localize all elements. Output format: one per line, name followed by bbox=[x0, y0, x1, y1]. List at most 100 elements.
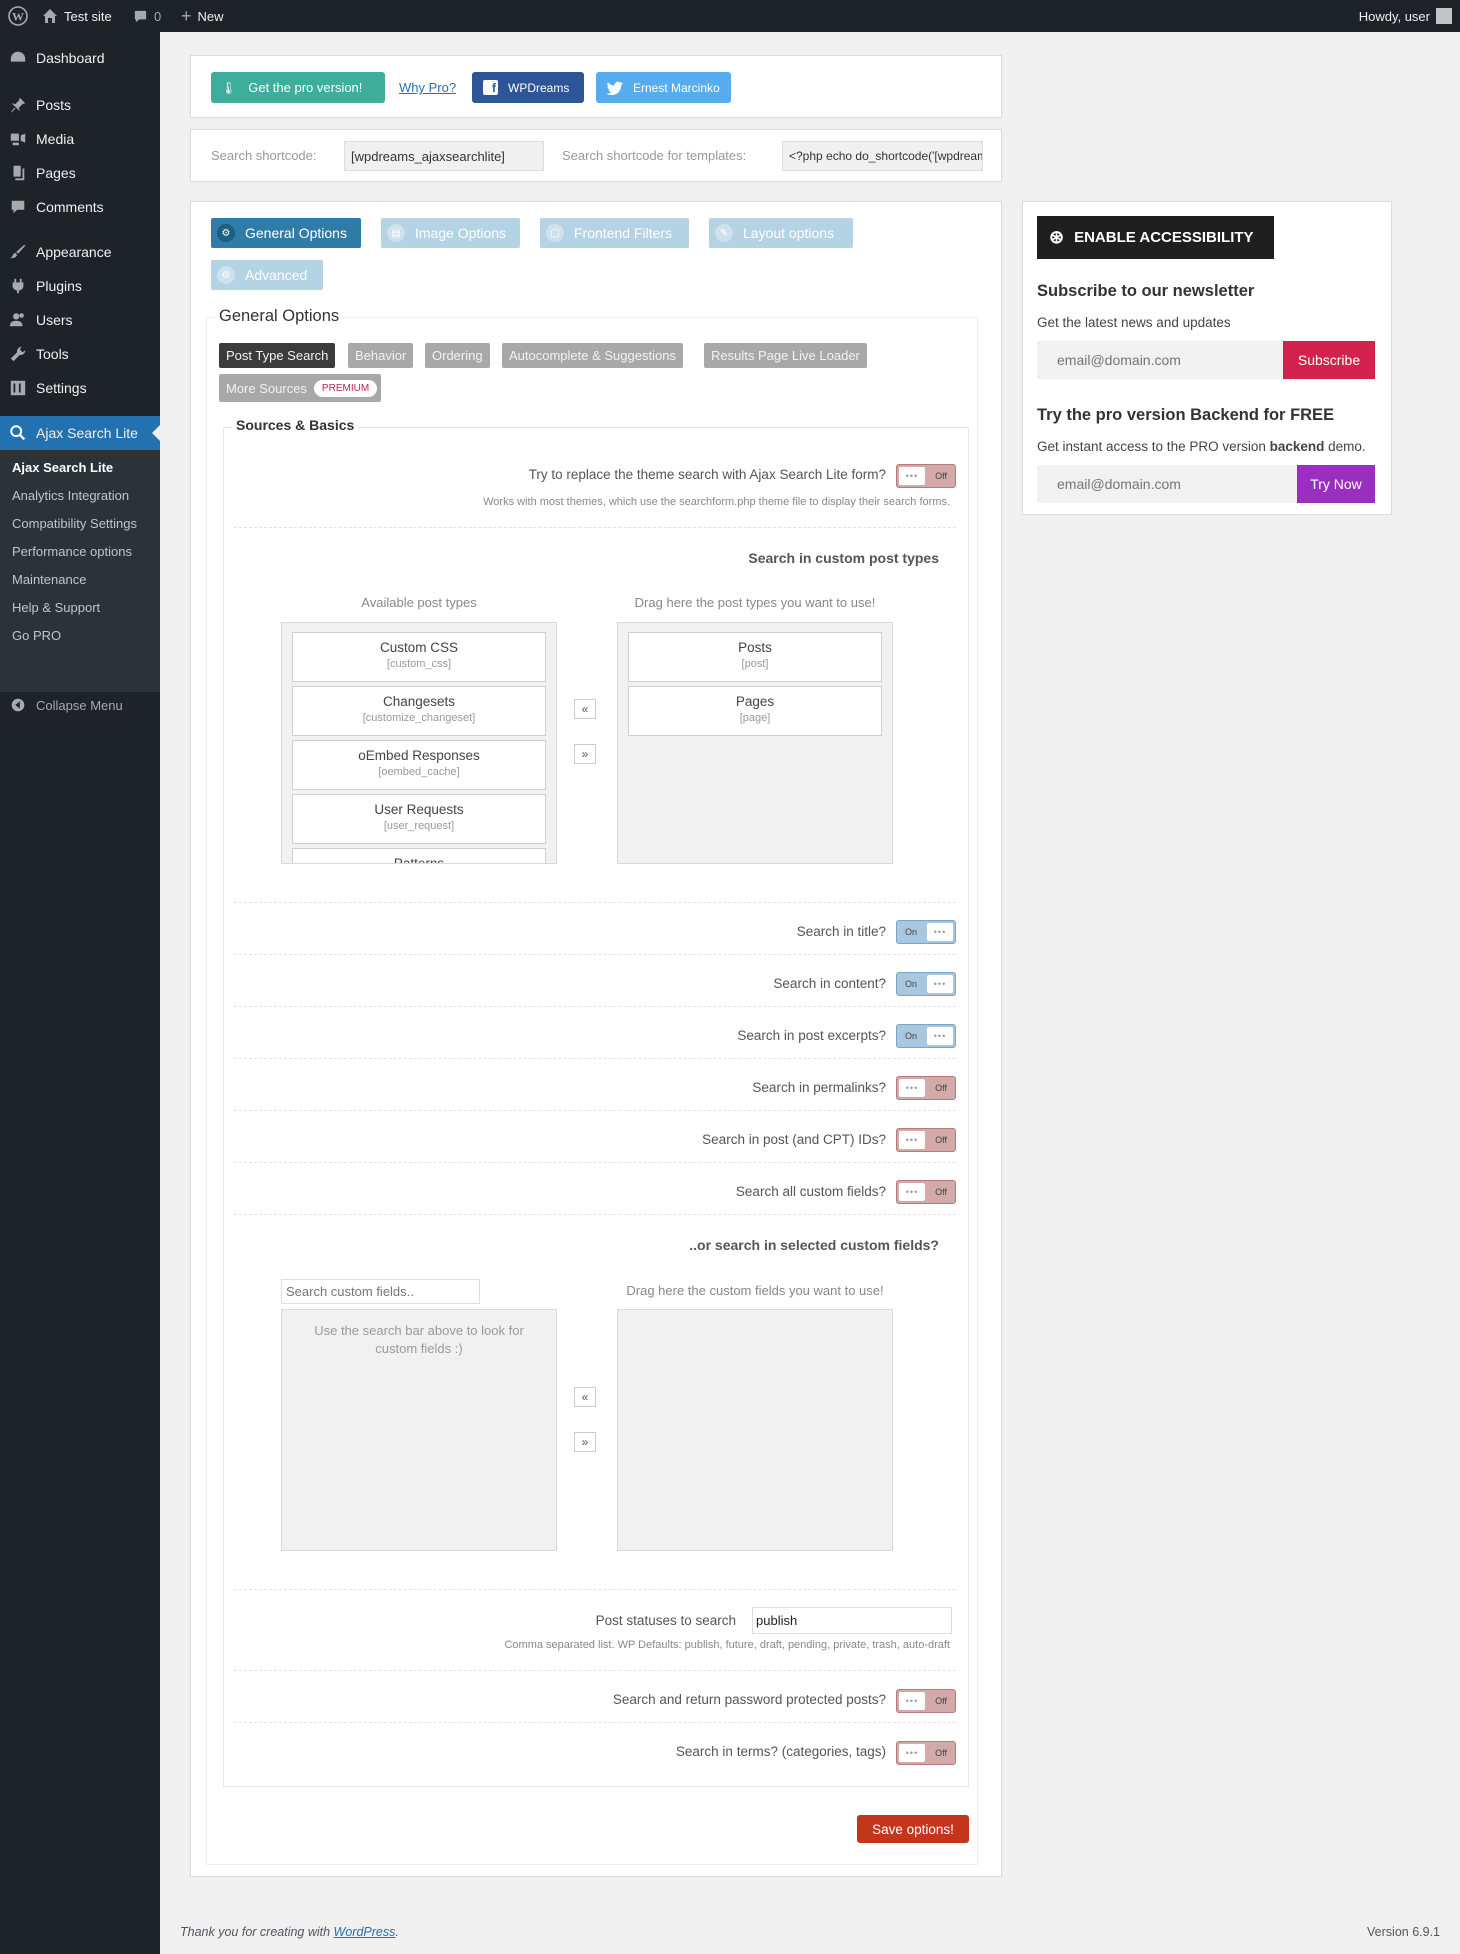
move-left-arrow-icon[interactable]: « bbox=[574, 1387, 596, 1407]
submenu-item-analytics[interactable]: Analytics Integration bbox=[12, 488, 129, 503]
submenu-item-compatibility[interactable]: Compatibility Settings bbox=[12, 516, 137, 531]
search-icon bbox=[0, 424, 36, 442]
search-permalinks-toggle[interactable]: ••• Off bbox=[896, 1076, 956, 1100]
submenu-item-go-pro[interactable]: Go PRO bbox=[12, 628, 61, 643]
list-item[interactable]: Pages [page] bbox=[628, 686, 882, 736]
tab-advanced[interactable]: ⚙ Advanced bbox=[211, 260, 323, 290]
sidebar-item-dashboard[interactable]: Dashboard bbox=[0, 41, 160, 75]
selected-post-types-list[interactable]: Posts [post] Pages [page] bbox=[617, 622, 893, 864]
available-post-types-list[interactable]: Custom CSS [custom_css] Changesets [custom… bbox=[281, 622, 557, 864]
shortcode-panel: Search shortcode: [wpdreams_ajaxsearchli… bbox=[190, 129, 1002, 182]
search-permalinks-label: Search in permalinks? bbox=[752, 1080, 886, 1095]
sidebar-item-media[interactable]: Media bbox=[0, 122, 160, 156]
tab-frontend-filters[interactable]: ▢ Frontend Filters bbox=[540, 218, 689, 248]
submenu-item-maintenance[interactable]: Maintenance bbox=[12, 572, 86, 587]
search-terms-toggle[interactable]: ••• Off bbox=[896, 1741, 956, 1765]
footer-thanks: Thank you for creating with WordPress. bbox=[180, 1925, 399, 1939]
pro-email-input[interactable] bbox=[1037, 465, 1297, 503]
divider bbox=[234, 1214, 956, 1215]
twitter-button[interactable]: Ernest Marcinko bbox=[596, 72, 731, 103]
search-ids-toggle[interactable]: ••• Off bbox=[896, 1128, 956, 1152]
sidebar-item-plugins[interactable]: Plugins bbox=[0, 269, 160, 303]
search-excerpts-toggle[interactable]: On ••• bbox=[896, 1024, 956, 1048]
tab-image-options[interactable]: ▤ Image Options bbox=[381, 218, 520, 248]
comments-link[interactable]: 0 bbox=[133, 0, 161, 32]
accessibility-label: ENABLE ACCESSIBILITY bbox=[1074, 229, 1254, 246]
sidebar-item-settings[interactable]: Settings bbox=[0, 371, 160, 405]
divider bbox=[234, 902, 956, 903]
why-pro-link[interactable]: Why Pro? bbox=[399, 72, 456, 103]
submenu-item-ajax-search-lite[interactable]: Ajax Search Lite bbox=[12, 460, 113, 475]
list-item[interactable]: Custom CSS [custom_css] bbox=[292, 632, 546, 682]
subtab-more-sources[interactable]: More Sources PREMIUM bbox=[219, 374, 382, 402]
sidebar-item-posts[interactable]: Posts bbox=[0, 88, 160, 122]
search-content-label: Search in content? bbox=[773, 976, 886, 991]
footer-text: . bbox=[395, 1925, 399, 1939]
divider bbox=[234, 1110, 956, 1111]
shortcode-field[interactable]: [wpdreams_ajaxsearchlite] bbox=[344, 141, 544, 171]
subtab-autocomplete[interactable]: Autocomplete & Suggestions bbox=[502, 343, 683, 368]
submenu-item-help[interactable]: Help & Support bbox=[12, 600, 100, 615]
available-custom-fields-list[interactable]: Use the search bar above to look for cus… bbox=[281, 1309, 557, 1551]
list-item[interactable]: User Requests [user_request] bbox=[292, 794, 546, 844]
toggle-state: On bbox=[905, 927, 918, 937]
collapse-menu-button[interactable]: Collapse Menu bbox=[0, 688, 160, 722]
pro-backend-title: Try the pro version Backend for FREE bbox=[1037, 406, 1335, 424]
site-name-link[interactable]: Test site bbox=[42, 0, 112, 32]
password-protected-toggle[interactable]: ••• Off bbox=[896, 1689, 956, 1713]
enable-accessibility-button[interactable]: ⊛ ENABLE ACCESSIBILITY bbox=[1037, 216, 1274, 259]
new-content-link[interactable]: + New bbox=[181, 0, 224, 32]
subtab-results-page-live-loader[interactable]: Results Page Live Loader bbox=[704, 343, 867, 368]
submenu-item-performance[interactable]: Performance options bbox=[12, 544, 132, 559]
list-item[interactable]: Changesets [customize_changeset] bbox=[292, 686, 546, 736]
tab-layout-options[interactable]: ✎ Layout options bbox=[709, 218, 853, 248]
sidebar-item-users[interactable]: Users bbox=[0, 303, 160, 337]
sidebar-item-tools[interactable]: Tools bbox=[0, 337, 160, 371]
my-account-link[interactable]: Howdy, user bbox=[1359, 0, 1452, 32]
template-shortcode-field[interactable]: <?php echo do_shortcode('[wpdreams_ajaxs… bbox=[782, 141, 983, 171]
list-item[interactable]: Patterns[wp_block] bbox=[292, 848, 546, 863]
search-content-toggle[interactable]: On ••• bbox=[896, 972, 956, 996]
newsletter-email-input[interactable] bbox=[1037, 341, 1283, 379]
post-type-slug: [customize_changeset] bbox=[362, 712, 476, 724]
search-custom-fields-toggle[interactable]: ••• Off bbox=[896, 1180, 956, 1204]
list-item[interactable]: oEmbed Responses [oembed_cache] bbox=[292, 740, 546, 790]
post-statuses-input[interactable] bbox=[752, 1607, 952, 1634]
active-menu-arrow bbox=[152, 425, 160, 441]
wordpress-logo-icon[interactable]: W bbox=[8, 0, 28, 32]
tab-label: Advanced bbox=[245, 267, 308, 283]
subscribe-button[interactable]: Subscribe bbox=[1283, 341, 1375, 379]
post-type-name: User Requests bbox=[374, 802, 464, 817]
tab-label: Frontend Filters bbox=[574, 225, 673, 241]
sidebar-item-pages[interactable]: Pages bbox=[0, 156, 160, 190]
wordpress-link[interactable]: WordPress bbox=[334, 1925, 396, 1939]
search-excerpts-label: Search in post excerpts? bbox=[737, 1028, 886, 1043]
custom-fields-search-input[interactable] bbox=[281, 1279, 480, 1304]
move-right-arrow-icon[interactable]: » bbox=[574, 744, 596, 764]
move-left-arrow-icon[interactable]: « bbox=[574, 699, 596, 719]
search-custom-fields-label: Search all custom fields? bbox=[735, 1184, 886, 1199]
save-options-button[interactable]: Save options! bbox=[857, 1815, 969, 1843]
try-now-button[interactable]: Try Now bbox=[1297, 465, 1375, 503]
sidebar-item-ajax-search-lite[interactable]: Ajax Search Lite bbox=[0, 416, 160, 450]
replace-theme-search-toggle[interactable]: ••• Off bbox=[896, 464, 956, 488]
newsletter-description: Get the latest news and updates bbox=[1037, 315, 1231, 330]
get-pro-button[interactable]: 🌡 Get the pro version! bbox=[211, 72, 385, 103]
sidebar-item-comments[interactable]: Comments bbox=[0, 190, 160, 224]
list-item[interactable]: Posts [post] bbox=[628, 632, 882, 682]
facebook-button[interactable]: f WPDreams bbox=[472, 72, 584, 103]
subtab-post-type-search[interactable]: Post Type Search bbox=[219, 343, 336, 368]
search-title-toggle[interactable]: On ••• bbox=[896, 920, 956, 944]
collapse-icon bbox=[0, 696, 36, 714]
post-type-name: Custom CSS bbox=[379, 640, 459, 655]
sidebar-item-appearance[interactable]: Appearance bbox=[0, 235, 160, 269]
replace-theme-search-hint: Works with most themes, which use the se… bbox=[483, 496, 950, 508]
subtab-behavior[interactable]: Behavior bbox=[348, 343, 414, 368]
move-right-arrow-icon[interactable]: » bbox=[574, 1432, 596, 1452]
facebook-icon: f bbox=[483, 80, 498, 95]
tab-general-options[interactable]: ⚙ General Options bbox=[211, 218, 361, 248]
selected-custom-fields-list[interactable] bbox=[617, 1309, 893, 1551]
toggle-knob: ••• bbox=[927, 975, 953, 993]
sidebar-item-label: Posts bbox=[36, 97, 72, 113]
subtab-ordering[interactable]: Ordering bbox=[425, 343, 490, 368]
